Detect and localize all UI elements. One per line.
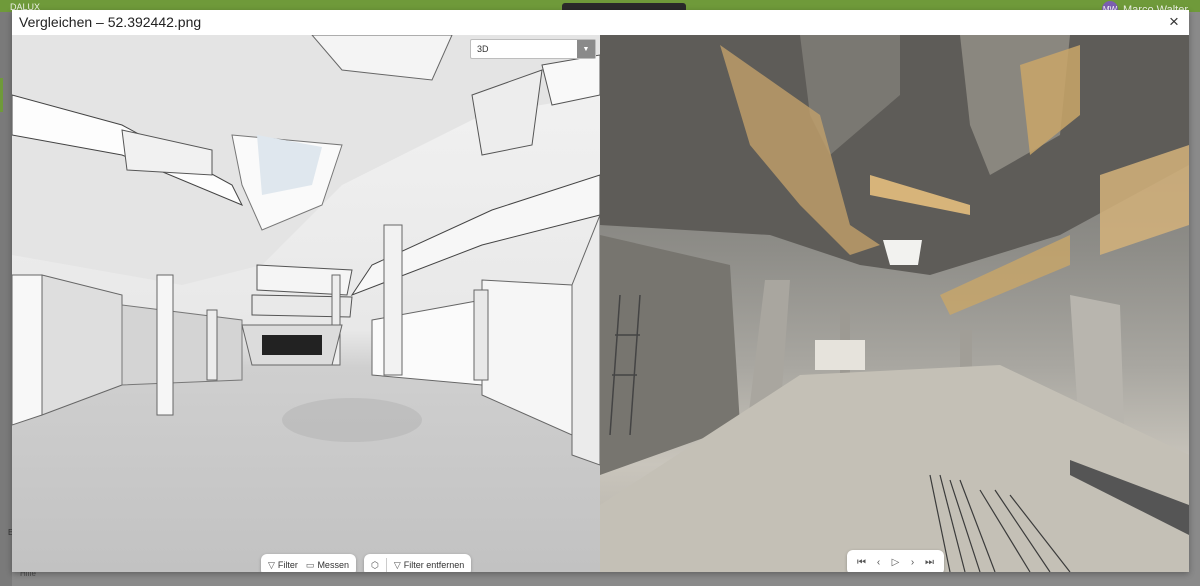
remove-filter-label: Filter entfernen	[403, 560, 465, 570]
model-3d-viewport[interactable]: 3D ▼ ▽ Filter ▭ Messen ⬡ ▽ Filter entfer…	[12, 35, 600, 572]
cube-button[interactable]: ⬡	[368, 558, 382, 573]
measure-button[interactable]: ▭ Messen	[303, 558, 352, 573]
view-mode-select[interactable]: 3D ▼	[470, 39, 596, 59]
sidebar	[0, 12, 12, 586]
toolbar-divider	[385, 558, 387, 572]
play-icon[interactable]: ▷	[889, 557, 903, 568]
sidebar-active-indicator	[0, 78, 3, 112]
filter-label: Filter	[277, 560, 298, 570]
image-player-controls: ⏮ ‹ ▷ › ⏭	[847, 550, 944, 572]
cube-icon: ⬡	[371, 559, 379, 570]
last-icon[interactable]: ⏭	[923, 557, 937, 568]
close-icon[interactable]: ×	[1165, 13, 1183, 31]
compare-dialog: Vergleichen – 52.392442.png × 3D ▼ ▽ Fil…	[12, 10, 1189, 572]
remove-filter-button[interactable]: ▽ Filter entfernen	[391, 558, 467, 573]
dialog-header: Vergleichen – 52.392442.png ×	[12, 10, 1189, 35]
funnel-icon: ▽	[268, 559, 275, 570]
model-3d-render	[12, 35, 600, 466]
next-icon[interactable]: ›	[906, 557, 920, 568]
prev-icon[interactable]: ‹	[872, 557, 886, 568]
ruler-icon: ▭	[305, 559, 315, 570]
view-mode-value: 3D	[477, 44, 489, 54]
filter-button[interactable]: ▽ Filter	[265, 558, 301, 573]
dialog-title: Vergleichen – 52.392442.png	[19, 14, 202, 30]
model-toolbar: ▽ Filter ▭ Messen	[261, 554, 356, 572]
site-photo-render	[600, 35, 1189, 572]
model-toolbar-secondary: ⬡ ▽ Filter entfernen	[364, 554, 472, 573]
funnel-icon: ▽	[393, 559, 401, 570]
first-icon[interactable]: ⏮	[855, 557, 869, 568]
chevron-down-icon[interactable]: ▼	[577, 40, 595, 58]
photo-360-viewport[interactable]: ⏮ ‹ ▷ › ⏭	[600, 35, 1189, 572]
measure-label: Messen	[317, 560, 349, 570]
